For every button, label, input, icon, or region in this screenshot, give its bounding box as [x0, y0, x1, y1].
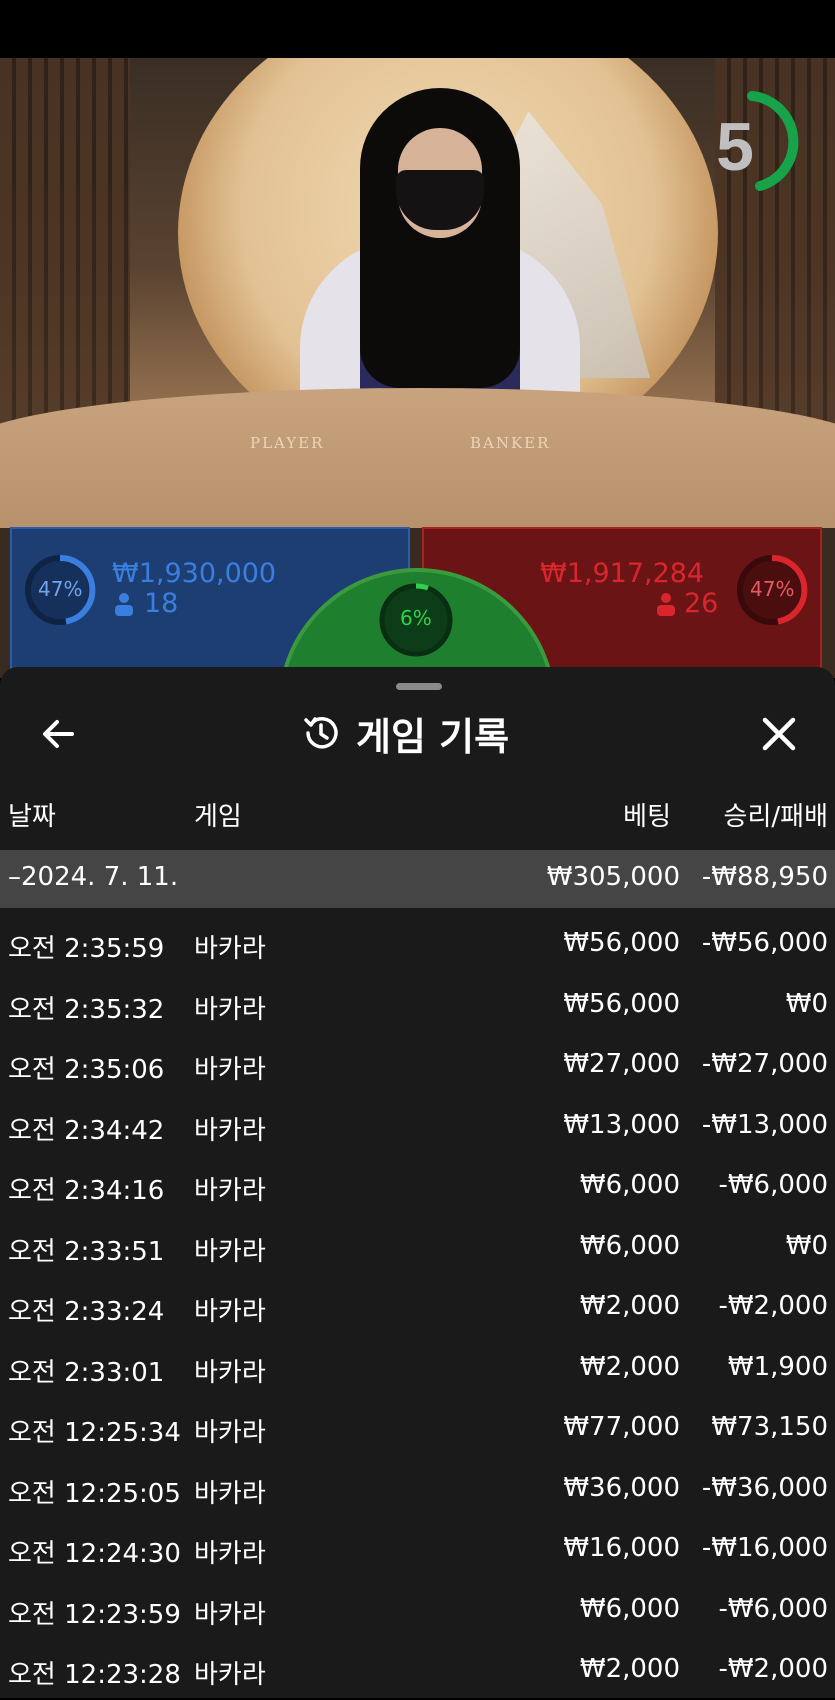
history-row[interactable]: 오전 2:34:42 바카라 ₩13,000 -₩13,000	[0, 1100, 835, 1156]
history-row[interactable]: 오전 2:35:32 바카라 ₩56,000 ₩0	[0, 979, 835, 1035]
row-game: 바카라	[194, 1055, 266, 1085]
banker-percent: 47%	[750, 577, 795, 601]
row-game: 바카라	[194, 1418, 266, 1448]
row-game: 바카라	[194, 1115, 266, 1146]
row-game: 바카라	[194, 1297, 266, 1327]
column-header-date: 날짜	[8, 802, 56, 832]
player-player-count: 18	[144, 588, 179, 619]
row-bet: ₩16,000	[563, 1533, 680, 1563]
row-result: ₩1,900	[727, 1351, 828, 1382]
row-time: 오전 12:25:34	[8, 1418, 181, 1448]
table-label-player: PLAYER	[250, 434, 325, 452]
row-bet: ₩2,000	[579, 1351, 680, 1382]
row-time: 오전 2:35:32	[8, 994, 165, 1025]
history-row[interactable]: 오전 12:25:05 바카라 ₩36,000 -₩36,000	[0, 1463, 835, 1519]
row-result: -₩2,000	[718, 1291, 828, 1321]
row-result: ₩73,150	[711, 1412, 828, 1442]
row-game: 바카라	[194, 1599, 266, 1630]
history-row[interactable]: 오전 12:25:34 바카라 ₩77,000 ₩73,150	[0, 1402, 835, 1458]
row-result: -₩6,000	[718, 1170, 828, 1200]
row-result: -₩36,000	[701, 1472, 828, 1503]
history-row[interactable]: 오전 2:33:24 바카라 ₩2,000 -₩2,000	[0, 1281, 835, 1337]
history-row[interactable]: 오전 2:33:51 바카라 ₩6,000 ₩0	[0, 1221, 835, 1277]
player-total-amount: ₩1,930,000	[112, 558, 277, 589]
column-header-game: 게임	[194, 802, 242, 832]
column-header-bet: 베팅	[623, 802, 671, 832]
row-time: 오전 12:23:59	[8, 1599, 181, 1630]
banker-player-count: 26	[684, 588, 719, 619]
history-row[interactable]: 오전 12:24:30 바카라 ₩16,000 -₩16,000	[0, 1523, 835, 1579]
player-percent: 47%	[38, 577, 83, 601]
history-row[interactable]: 오전 2:35:06 바카라 ₩27,000 -₩27,000	[0, 1039, 835, 1095]
row-bet: ₩56,000	[563, 928, 680, 958]
row-time: 오전 2:33:24	[8, 1297, 165, 1327]
row-bet: ₩2,000	[579, 1654, 680, 1684]
row-bet: ₩27,000	[563, 1049, 680, 1079]
tie-percent: 6%	[400, 606, 432, 630]
table-label-banker: BANKER	[470, 434, 551, 452]
row-result: ₩0	[785, 1230, 828, 1261]
history-row[interactable]: 오전 2:33:01 바카라 ₩2,000 ₩1,900	[0, 1342, 835, 1398]
row-time: 오전 12:25:05	[8, 1478, 181, 1509]
row-result: -₩27,000	[701, 1049, 828, 1079]
status-bar	[0, 0, 835, 58]
row-time: 오전 2:34:42	[8, 1115, 165, 1146]
row-bet: ₩2,000	[579, 1291, 680, 1321]
row-time: 오전 2:35:59	[8, 934, 165, 964]
history-row[interactable]: 오전 12:23:59 바카라 ₩6,000 -₩6,000	[0, 1584, 835, 1640]
row-time: 오전 2:35:06	[8, 1055, 165, 1085]
back-arrow-icon[interactable]	[36, 711, 82, 757]
row-time: 오전 12:23:28	[8, 1660, 181, 1690]
row-time: 오전 2:33:51	[8, 1236, 165, 1267]
row-game: 바카라	[194, 1357, 266, 1388]
row-time: 오전 2:34:16	[8, 1176, 165, 1206]
summary-bet-total: ₩305,000	[546, 862, 680, 892]
row-bet: ₩77,000	[563, 1412, 680, 1442]
row-game: 바카라	[194, 994, 266, 1025]
baccarat-table	[0, 388, 835, 528]
row-result: -₩2,000	[718, 1654, 828, 1684]
countdown-value: 5	[716, 109, 754, 185]
row-bet: ₩13,000	[563, 1109, 680, 1140]
row-result: ₩0	[785, 988, 828, 1019]
summary-result-total: -₩88,950	[701, 862, 828, 892]
row-game: 바카라	[194, 1236, 266, 1267]
person-icon	[115, 593, 133, 616]
row-game: 바카라	[194, 1539, 266, 1569]
history-icon	[304, 717, 338, 749]
row-time: 오전 12:24:30	[8, 1539, 181, 1569]
row-bet: ₩36,000	[563, 1472, 680, 1503]
modal-title: 게임 기록	[300, 706, 540, 760]
row-result: -₩16,000	[701, 1533, 828, 1563]
row-game: 바카라	[194, 1478, 266, 1509]
row-game: 바카라	[194, 1176, 266, 1206]
history-row[interactable]: 오전 12:23:28 바카라 ₩2,000 -₩2,000	[0, 1644, 835, 1700]
row-bet: ₩56,000	[563, 988, 680, 1019]
row-bet: ₩6,000	[579, 1170, 680, 1200]
modal-title-text: 게임 기록	[356, 714, 510, 759]
column-header-result: 승리/패배	[723, 802, 828, 832]
date-summary-row[interactable]: –2024. 7. 11. ₩305,000 -₩88,950	[0, 850, 835, 908]
row-bet: ₩6,000	[579, 1230, 680, 1261]
row-result: -₩13,000	[701, 1109, 828, 1140]
row-time: 오전 2:33:01	[8, 1357, 165, 1388]
row-result: -₩6,000	[718, 1593, 828, 1624]
row-game: 바카라	[194, 1660, 266, 1690]
row-game: 바카라	[194, 934, 266, 964]
close-icon[interactable]	[756, 711, 802, 757]
banker-total-amount: ₩1,917,284	[540, 558, 705, 589]
row-bet: ₩6,000	[579, 1593, 680, 1624]
history-row[interactable]: 오전 2:34:16 바카라 ₩6,000 -₩6,000	[0, 1160, 835, 1216]
person-icon	[657, 593, 675, 616]
summary-date: –2024. 7. 11.	[8, 862, 179, 892]
history-row[interactable]: 오전 2:35:59 바카라 ₩56,000 -₩56,000	[0, 918, 835, 974]
sheet-drag-handle[interactable]	[396, 683, 442, 690]
row-result: -₩56,000	[701, 928, 828, 958]
